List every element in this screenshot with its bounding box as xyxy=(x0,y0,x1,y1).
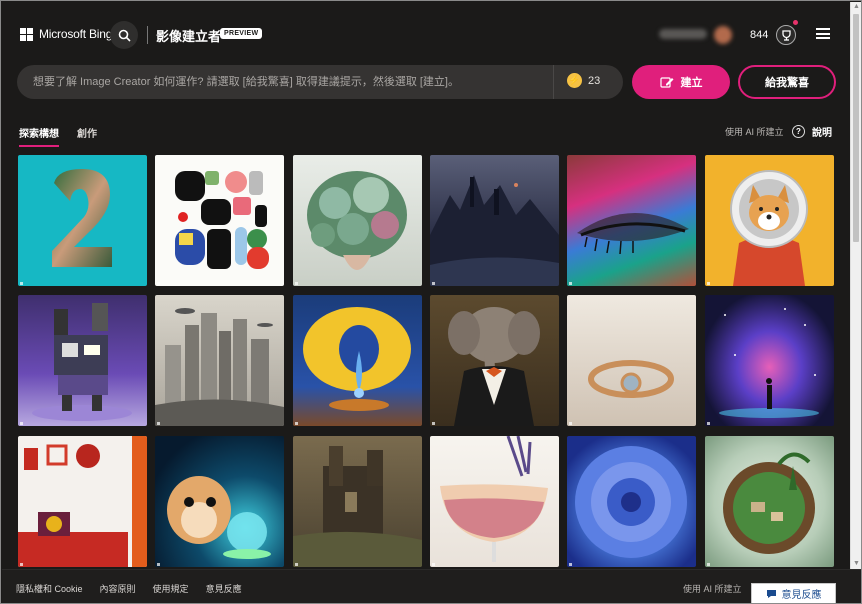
help-icon: ? xyxy=(792,125,805,138)
gallery-tile-castle-painting[interactable] xyxy=(293,436,422,567)
gallery-tile-tiny-world[interactable] xyxy=(705,436,834,567)
footer-ai-note: 使用 AI 所建立 xyxy=(683,584,742,594)
dark-castle-image xyxy=(430,175,559,286)
cocktail-image xyxy=(440,436,548,562)
header-divider xyxy=(147,26,148,44)
succulent-image xyxy=(307,171,407,270)
microsoft-bing-logo[interactable]: Microsoft Bing xyxy=(20,27,112,41)
gallery-tile-number-2-collage[interactable] xyxy=(18,155,147,286)
number-2-image xyxy=(52,169,112,267)
lightning-bolt-icon: ⚡ xyxy=(567,73,582,88)
city-ruins-image xyxy=(155,308,284,426)
trophy-icon xyxy=(781,29,791,41)
gallery-tile-lemon-drop[interactable] xyxy=(293,295,422,426)
gallery-tile-elephant-tuxedo[interactable] xyxy=(430,295,559,426)
red-interior-image xyxy=(18,436,147,567)
gallery-tile-shiba-astronaut[interactable] xyxy=(705,155,834,286)
create-pencil-icon xyxy=(659,76,673,88)
gallery-tile-purple-robot[interactable] xyxy=(18,295,147,426)
footer: 隱私權和 Cookie 內容原則 使用規定 意見反應 使用 AI 所建立 xyxy=(2,569,861,603)
brand-name: Microsoft Bing xyxy=(39,27,113,41)
tab-explore-ideas[interactable]: 探索構想 xyxy=(19,125,59,147)
elephant-image xyxy=(448,307,540,426)
hamster-image xyxy=(167,476,271,559)
gallery-tile-hamster-crystal[interactable] xyxy=(155,436,284,567)
image-gallery xyxy=(18,155,836,569)
footer-link-content-policy[interactable]: 內容原則 xyxy=(100,582,136,595)
gallery-tile-blue-dahlia[interactable] xyxy=(567,436,696,567)
tiny-world-image xyxy=(723,452,815,554)
preview-badge: PREVIEW xyxy=(220,28,263,39)
footer-link-terms[interactable]: 使用規定 xyxy=(153,582,189,595)
gallery-tile-cocktail-glass[interactable] xyxy=(430,436,559,567)
footer-link-feedback[interactable]: 意見反應 xyxy=(206,582,242,595)
gallery-tile-dark-castle[interactable] xyxy=(430,155,559,286)
product-title[interactable]: 影像建立者 xyxy=(156,26,221,45)
footer-links: 隱私權和 Cookie 內容原則 使用規定 意見反應 xyxy=(16,582,242,595)
create-button[interactable]: 建立 xyxy=(632,65,730,99)
rewards-button[interactable] xyxy=(776,25,796,45)
gallery-tile-galaxy-silhouette[interactable] xyxy=(705,295,834,426)
help-link[interactable]: ? 說明 xyxy=(792,124,832,139)
castle-ruins-painting-image xyxy=(293,446,422,567)
feedback-chat-icon xyxy=(766,589,776,598)
gold-ring-image xyxy=(588,360,674,398)
gallery-tile-gold-ring[interactable] xyxy=(567,295,696,426)
lemon-image xyxy=(303,307,411,411)
blue-flower-image xyxy=(575,446,687,558)
eyeshadow-image xyxy=(577,212,689,255)
galaxy-image xyxy=(719,308,819,418)
purple-robot-image xyxy=(32,303,132,421)
prompt-bar: ⚡ 23 xyxy=(17,65,623,99)
notification-dot xyxy=(793,20,798,25)
search-icon xyxy=(118,29,131,42)
scroll-down-arrow-icon[interactable]: ▼ xyxy=(852,559,861,569)
search-button[interactable] xyxy=(110,21,138,49)
create-label: 建立 xyxy=(680,77,703,89)
gallery-tile-abstract-shapes[interactable] xyxy=(155,155,284,286)
prompt-input[interactable] xyxy=(33,65,553,99)
hamburger-menu-icon[interactable] xyxy=(816,28,830,39)
bing-image-creator-window: Microsoft Bing 影像建立者 PREVIEW 844 ⚡ 23 建立… xyxy=(0,0,862,604)
rewards-points[interactable]: 844 xyxy=(750,29,768,41)
tab-creations[interactable]: 創作 xyxy=(77,125,97,140)
created-with-ai-label: 使用 AI 所建立 xyxy=(725,127,784,137)
help-label: 說明 xyxy=(812,128,832,139)
feedback-button[interactable]: 意見反應 xyxy=(751,583,836,603)
feedback-label: 意見反應 xyxy=(781,590,822,601)
scrollbar-thumb[interactable] xyxy=(853,14,859,242)
surprise-me-button[interactable]: 給我驚喜 xyxy=(738,65,836,99)
shiba-astronaut-image xyxy=(730,170,808,286)
gallery-tile-city-ruins[interactable] xyxy=(155,295,284,426)
gallery-tile-succulent-bouquet[interactable] xyxy=(293,155,422,286)
boost-count: 23 xyxy=(588,74,601,87)
user-name-blurred[interactable] xyxy=(659,29,707,39)
avatar[interactable] xyxy=(714,26,732,44)
gallery-tile-rainbow-eye[interactable] xyxy=(567,155,696,286)
abstract-shapes-image xyxy=(175,171,269,269)
scroll-up-arrow-icon[interactable]: ▲ xyxy=(852,2,861,12)
prompt-divider xyxy=(553,65,554,99)
vertical-scrollbar[interactable]: ▲ ▼ xyxy=(850,2,861,569)
gallery-tile-red-interior[interactable] xyxy=(18,436,147,567)
gallery-tabs: 探索構想 創作 xyxy=(19,125,97,147)
windows-logo-icon xyxy=(20,27,33,41)
footer-link-privacy[interactable]: 隱私權和 Cookie xyxy=(16,582,83,595)
boost-counter[interactable]: ⚡ 23 xyxy=(567,73,600,88)
top-header: Microsoft Bing 影像建立者 PREVIEW 844 xyxy=(2,2,850,60)
